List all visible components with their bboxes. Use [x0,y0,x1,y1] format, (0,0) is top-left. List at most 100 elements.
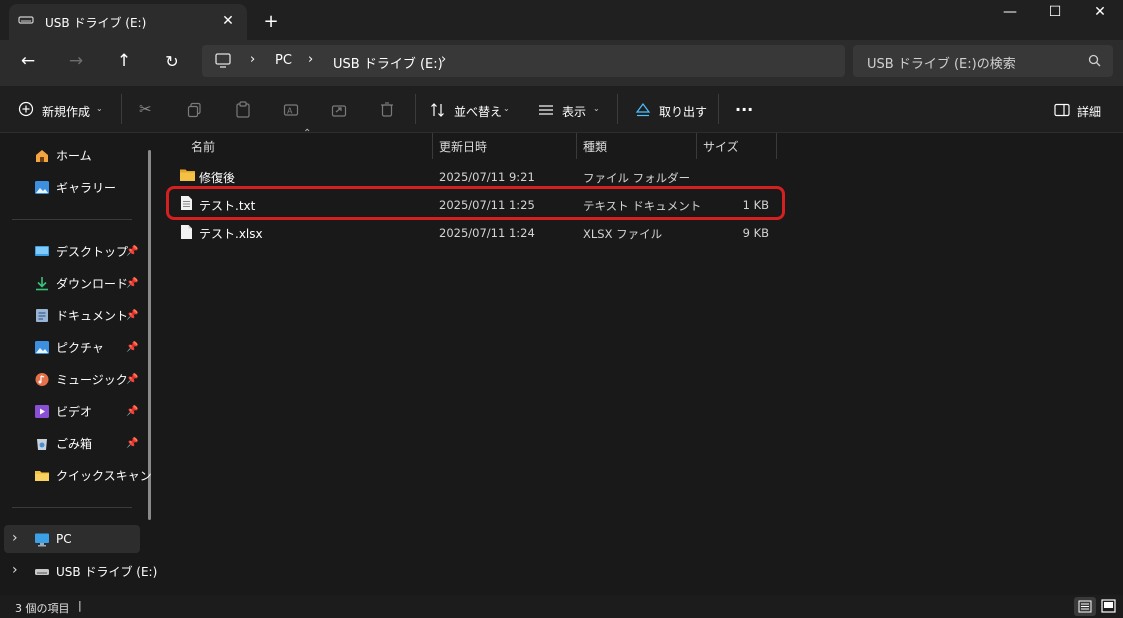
column-header-type[interactable]: 種類 [583,138,607,155]
arrow-right-icon: → [68,51,84,71]
eject-icon [635,102,651,118]
sort-icon [430,102,446,118]
sort-ascending-icon: ⌃ [303,128,312,139]
forward-button[interactable]: → [60,45,92,77]
arrow-up-icon: ↑ [116,51,132,71]
file-name[interactable]: 修復後 [199,169,235,186]
toolbar-separator [121,94,122,124]
sidebar-item-videos[interactable]: ビデオ [34,400,92,422]
status-separator: | [78,599,82,612]
file-type: XLSX ファイル [583,227,663,241]
pc-icon [35,533,49,546]
search-placeholder: USB ドライブ (E:)の検索 [867,57,1016,72]
close-tab-button[interactable]: ✕ [213,9,243,33]
sidebar-item-label: PC [56,532,72,546]
file-size: 9 KB [742,226,769,240]
pin-icon[interactable]: 📌 [126,374,138,385]
file-name[interactable]: テスト.xlsx [199,225,263,242]
sidebar-item-desktop[interactable]: デスクトップ [34,240,128,262]
view-button[interactable]: 表示 [562,103,586,120]
chevron-down-icon: ⌄ [96,104,103,113]
sidebar-item-usb-drive[interactable]: USB ドライブ (E:) [34,560,157,582]
column-divider[interactable] [576,133,577,159]
recycle-bin-icon [37,438,47,450]
gallery-icon [35,180,49,194]
back-button[interactable]: ← [12,45,44,77]
large-icons-view-button[interactable] [1099,597,1119,616]
chevron-right-icon[interactable]: › [441,52,446,67]
sidebar-item-recycle-bin[interactable]: ごみ箱 [34,432,92,454]
pin-icon[interactable]: 📌 [126,342,138,353]
sort-button[interactable]: 並べ替え [454,103,502,120]
rename-icon[interactable]: A [283,102,299,118]
file-date: 2025/07/11 9:21 [439,170,535,184]
toolbar-separator [718,94,719,124]
more-options-button[interactable]: ··· [735,100,753,119]
sidebar-item-music[interactable]: ミュージック [34,368,128,390]
minimize-button[interactable]: — [995,0,1025,24]
sidebar-item-label: ピクチャ [56,340,104,355]
sidebar-item-pc[interactable]: PC [34,528,72,550]
folder-icon [179,168,196,182]
home-icon [36,149,48,162]
file-type: ファイル フォルダー [583,171,691,185]
close-window-button[interactable]: ✕ [1085,0,1115,24]
file-size: 1 KB [742,198,769,212]
sidebar-item-label: デスクトップ [56,244,129,259]
sidebar-item-documents[interactable]: ドキュメント [34,304,128,326]
breadcrumb-pc[interactable]: PC [275,53,292,68]
pin-icon[interactable]: 📌 [126,278,138,289]
pin-icon[interactable]: 📌 [126,406,138,417]
column-header-date[interactable]: 更新日時 [439,138,487,155]
svg-text:A: A [287,107,293,116]
sidebar-item-label: ギャラリー [56,180,117,195]
maximize-button[interactable]: ☐ [1040,0,1070,24]
sidebar-item-label: ドキュメント [56,308,129,323]
monitor-icon [215,53,231,68]
column-divider[interactable] [696,133,697,159]
tiles-view-icon [1101,599,1116,613]
delete-icon[interactable] [379,101,395,118]
pin-icon[interactable]: 📌 [126,246,138,257]
sidebar-item-label: ビデオ [56,404,93,419]
cut-icon[interactable]: ✂ [139,100,152,118]
sidebar-item-quick-scan[interactable]: クイックスキャン [34,464,152,486]
pin-icon[interactable]: 📌 [126,438,138,449]
sidebar-item-label: ダウンロード [56,276,129,291]
details-view-icon [1078,600,1092,613]
item-count: 3 個の項目 [15,602,70,615]
text-file-icon [180,195,193,211]
sidebar-item-pictures[interactable]: ピクチャ [34,336,104,358]
column-header-size[interactable]: サイズ [703,138,739,155]
sidebar-item-gallery[interactable]: ギャラリー [34,176,116,198]
paste-icon[interactable] [235,101,251,118]
details-button[interactable]: 詳細 [1077,103,1101,120]
eject-button[interactable]: 取り出す [659,103,707,120]
new-tab-button[interactable]: + [256,9,286,33]
details-view-button[interactable] [1074,597,1096,616]
sidebar-item-home[interactable]: ホーム [34,144,92,166]
new-icon [18,101,34,117]
address-bar[interactable] [202,45,845,77]
sidebar-divider [12,507,132,508]
share-icon[interactable] [331,102,347,118]
download-icon [36,276,48,290]
file-name[interactable]: テスト.txt [199,197,255,214]
column-header-name[interactable]: 名前 [191,138,215,155]
new-button[interactable]: 新規作成 [42,103,90,120]
file-date: 2025/07/11 1:24 [439,226,535,240]
expand-chevron-icon[interactable]: › [12,562,18,578]
copy-icon[interactable] [187,102,203,118]
refresh-button[interactable]: ↻ [156,45,188,77]
search-icon[interactable] [1088,54,1102,68]
breadcrumb-usb-drive[interactable]: USB ドライブ (E:) [333,53,443,72]
pin-icon[interactable]: 📌 [126,310,138,321]
expand-chevron-icon[interactable]: › [12,530,18,546]
up-button[interactable]: ↑ [108,45,140,77]
view-icon [538,103,554,117]
sidebar-item-downloads[interactable]: ダウンロード [34,272,128,294]
sidebar-item-label: USB ドライブ (E:) [56,564,158,579]
column-divider[interactable] [432,133,433,159]
toolbar-separator [415,94,416,124]
column-divider[interactable] [776,133,777,159]
